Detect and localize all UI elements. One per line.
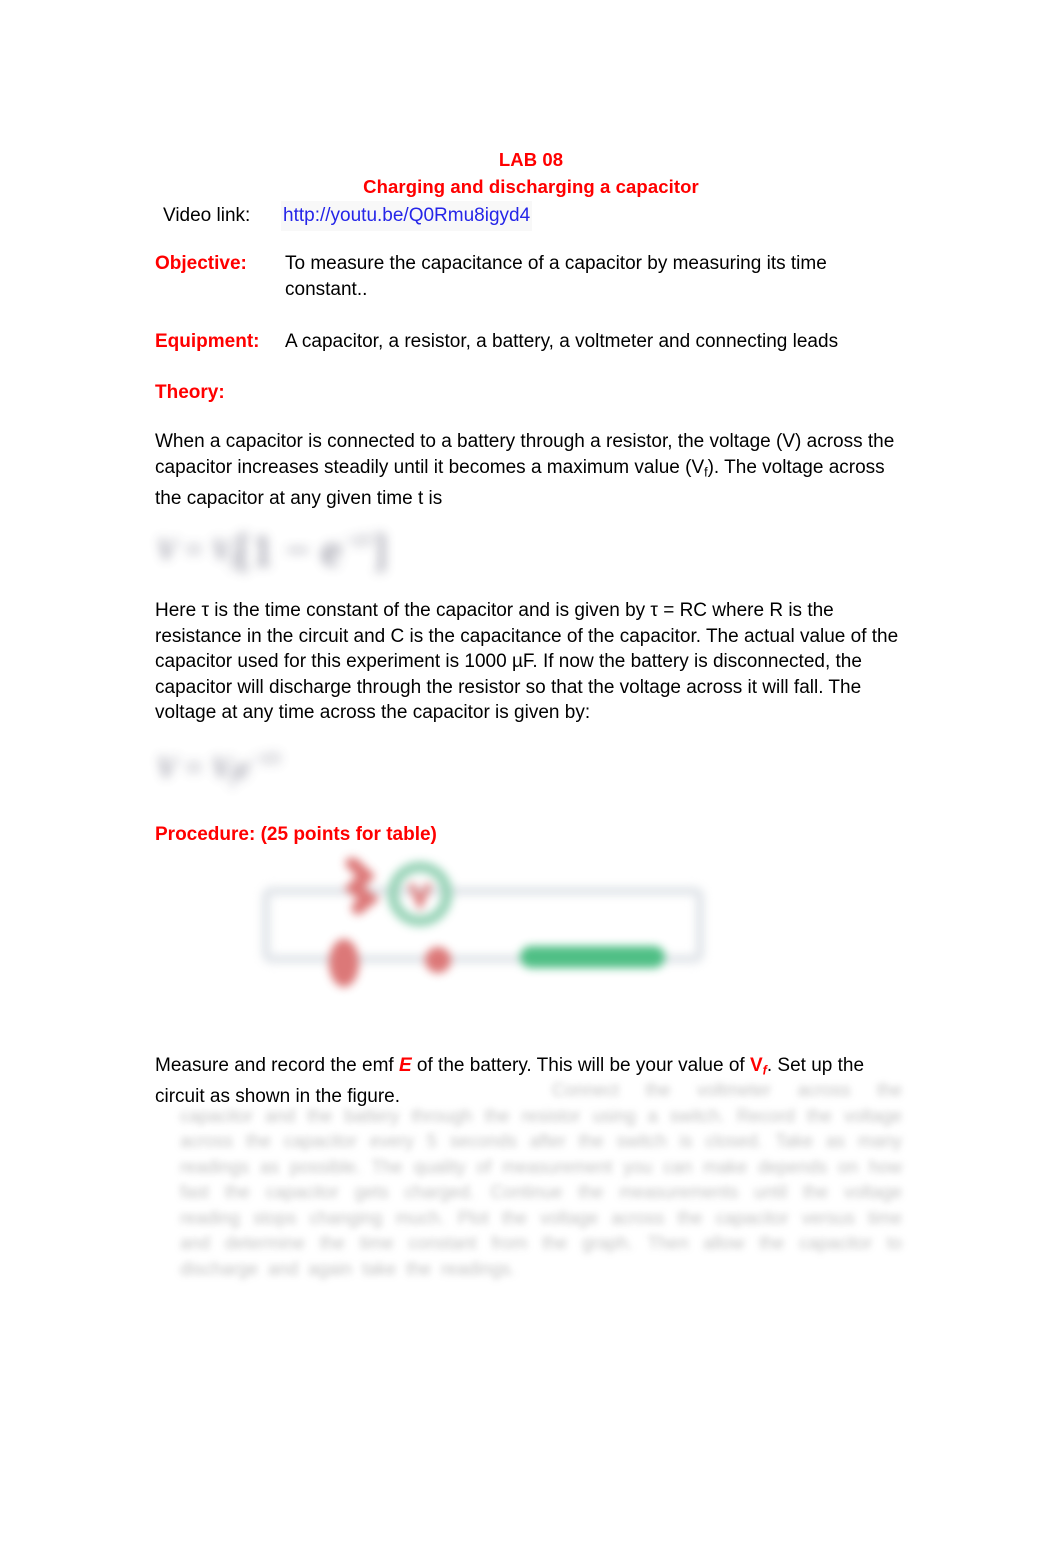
emf-symbol: E (398, 1055, 412, 1076)
circuit-diagram-figure (248, 858, 718, 1018)
video-link-row: Video link: http://youtu.be/Q0Rmu8igyd4 (163, 201, 533, 231)
discharging-equation-image: V = Vfe−t/τ (157, 748, 281, 789)
vf-symbol-letter: V (749, 1055, 763, 1076)
resistor-annotation-icon (344, 858, 380, 915)
objective-label: Objective: (155, 253, 247, 274)
equipment-row: Equipment: A capacitor, a resistor, a ba… (155, 329, 905, 355)
closing-part-2: of the battery. This will be your value … (411, 1055, 750, 1076)
video-link-url[interactable]: http://youtu.be/Q0Rmu8igyd4 (281, 201, 533, 231)
discharging-equation-lhs: V = V (157, 749, 231, 785)
page-subtitle: Charging and discharging a capacitor (363, 176, 699, 197)
procedure-heading: Procedure: (25 points for table) (155, 824, 437, 845)
theory-paragraph-1: When a capacitor is connected to a batte… (155, 429, 903, 511)
theory-paragraph-2: Here τ is the time constant of the capac… (155, 600, 899, 724)
equipment-text: A capacitor, a resistor, a battery, a vo… (285, 331, 839, 352)
equipment-label: Equipment: (155, 331, 260, 352)
capacitor-annotation-icon (329, 939, 359, 987)
charging-equation-image: V = Vf[1 − e−t/τ] (157, 524, 387, 576)
video-link-label: Video link: (163, 205, 251, 226)
discharging-equation-body: e (236, 749, 251, 785)
theory-heading: Theory: (155, 382, 225, 403)
charging-equation-lhs: V = V (157, 531, 231, 567)
discharging-equation-exponent: −t/τ (250, 748, 281, 769)
charging-equation-exponent: −t/τ (341, 530, 373, 552)
blurred-illegible-paragraph: Connect the voltmeter across the capacit… (180, 1080, 902, 1279)
page-title: LAB 08 (498, 149, 564, 170)
title-block: LAB 08 Charging and discharging a capaci… (155, 146, 907, 200)
document-page: LAB 08 Charging and discharging a capaci… (0, 0, 1062, 1556)
switch-annotation-icon (425, 947, 451, 973)
charging-equation-close: ] (372, 525, 388, 575)
battery-icon (520, 946, 665, 968)
closing-part-1: Measure and record the emf (155, 1055, 399, 1076)
objective-row: Objective: To measure the capacitance of… (155, 251, 905, 303)
objective-text: To measure the capacitance of a capacito… (285, 253, 827, 300)
vf-symbol: Vf (749, 1055, 767, 1078)
charging-equation-body: [1 − e (236, 525, 342, 575)
